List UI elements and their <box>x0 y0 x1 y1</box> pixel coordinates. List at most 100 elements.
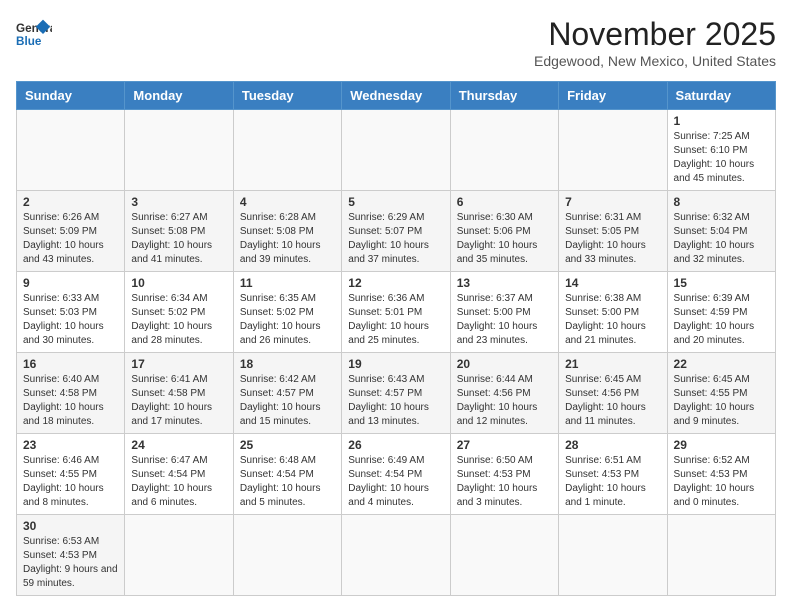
day-info: Sunrise: 6:39 AM Sunset: 4:59 PM Dayligh… <box>674 293 755 346</box>
day-number: 18 <box>240 357 335 371</box>
calendar-cell <box>559 515 667 596</box>
day-info: Sunrise: 6:35 AM Sunset: 5:02 PM Dayligh… <box>240 293 321 346</box>
calendar-cell <box>450 515 558 596</box>
day-number: 21 <box>565 357 660 371</box>
day-number: 6 <box>457 195 552 209</box>
day-info: Sunrise: 6:42 AM Sunset: 4:57 PM Dayligh… <box>240 374 321 427</box>
calendar-cell: 10 Sunrise: 6:34 AM Sunset: 5:02 PM Dayli… <box>125 272 233 353</box>
calendar-cell <box>125 110 233 191</box>
calendar-subtitle: Edgewood, New Mexico, United States <box>534 53 776 69</box>
day-info: Sunrise: 6:28 AM Sunset: 5:08 PM Dayligh… <box>240 212 321 265</box>
day-number: 28 <box>565 438 660 452</box>
day-info: Sunrise: 6:27 AM Sunset: 5:08 PM Dayligh… <box>131 212 212 265</box>
day-number: 29 <box>674 438 769 452</box>
day-number: 27 <box>457 438 552 452</box>
calendar-cell <box>667 515 775 596</box>
day-info: Sunrise: 6:40 AM Sunset: 4:58 PM Dayligh… <box>23 374 104 427</box>
header: General Blue November 2025 Edgewood, New… <box>16 16 776 69</box>
day-info: Sunrise: 6:46 AM Sunset: 4:55 PM Dayligh… <box>23 455 104 508</box>
day-info: Sunrise: 6:32 AM Sunset: 5:04 PM Dayligh… <box>674 212 755 265</box>
calendar-cell <box>233 110 341 191</box>
calendar-week-row: 9Sunrise: 6:33 AM Sunset: 5:03 PM Daylig… <box>17 272 776 353</box>
day-number: 12 <box>348 276 443 290</box>
day-number: 30 <box>23 519 118 533</box>
title-section: November 2025 Edgewood, New Mexico, Unit… <box>534 16 776 69</box>
calendar-cell: 15 Sunrise: 6:39 AM Sunset: 4:59 PM Dayli… <box>667 272 775 353</box>
day-number: 4 <box>240 195 335 209</box>
calendar-cell: 20 Sunrise: 6:44 AM Sunset: 4:56 PM Dayli… <box>450 353 558 434</box>
day-info: Sunrise: 6:53 AM Sunset: 4:53 PM Dayligh… <box>23 536 118 589</box>
day-number: 23 <box>23 438 118 452</box>
day-info: Sunrise: 6:29 AM Sunset: 5:07 PM Dayligh… <box>348 212 429 265</box>
day-number: 20 <box>457 357 552 371</box>
logo: General Blue <box>16 16 52 52</box>
calendar-cell: 9Sunrise: 6:33 AM Sunset: 5:03 PM Daylig… <box>17 272 125 353</box>
calendar-cell: 5 Sunrise: 6:29 AM Sunset: 5:07 PM Daylig… <box>342 191 450 272</box>
calendar-cell: 29 Sunrise: 6:52 AM Sunset: 4:53 PM Dayli… <box>667 434 775 515</box>
day-info: Sunrise: 6:47 AM Sunset: 4:54 PM Dayligh… <box>131 455 212 508</box>
day-number: 1 <box>674 114 769 128</box>
day-number: 26 <box>348 438 443 452</box>
calendar-cell: 13 Sunrise: 6:37 AM Sunset: 5:00 PM Dayli… <box>450 272 558 353</box>
day-number: 14 <box>565 276 660 290</box>
weekday-header-saturday: Saturday <box>667 82 775 110</box>
svg-text:Blue: Blue <box>16 35 42 48</box>
day-info: Sunrise: 6:36 AM Sunset: 5:01 PM Dayligh… <box>348 293 429 346</box>
day-info: Sunrise: 6:48 AM Sunset: 4:54 PM Dayligh… <box>240 455 321 508</box>
calendar-cell <box>125 515 233 596</box>
day-number: 15 <box>674 276 769 290</box>
day-info: Sunrise: 6:52 AM Sunset: 4:53 PM Dayligh… <box>674 455 755 508</box>
calendar-cell: 11 Sunrise: 6:35 AM Sunset: 5:02 PM Dayli… <box>233 272 341 353</box>
weekday-header-monday: Monday <box>125 82 233 110</box>
calendar-cell: 30 Sunrise: 6:53 AM Sunset: 4:53 PM Dayli… <box>17 515 125 596</box>
day-info: Sunrise: 7:25 AM Sunset: 6:10 PM Dayligh… <box>674 131 755 184</box>
calendar-cell: 14 Sunrise: 6:38 AM Sunset: 5:00 PM Dayli… <box>559 272 667 353</box>
calendar-cell: 12 Sunrise: 6:36 AM Sunset: 5:01 PM Dayli… <box>342 272 450 353</box>
day-number: 8 <box>674 195 769 209</box>
calendar-week-row: 2 Sunrise: 6:26 AM Sunset: 5:09 PM Daylig… <box>17 191 776 272</box>
calendar-week-row: 16Sunrise: 6:40 AM Sunset: 4:58 PM Dayli… <box>17 353 776 434</box>
day-number: 9 <box>23 276 118 290</box>
day-number: 22 <box>674 357 769 371</box>
day-number: 17 <box>131 357 226 371</box>
day-info: Sunrise: 6:50 AM Sunset: 4:53 PM Dayligh… <box>457 455 538 508</box>
day-info: Sunrise: 6:51 AM Sunset: 4:53 PM Dayligh… <box>565 455 646 508</box>
calendar-cell: 28 Sunrise: 6:51 AM Sunset: 4:53 PM Dayli… <box>559 434 667 515</box>
calendar-cell: 17Sunrise: 6:41 AM Sunset: 4:58 PM Dayli… <box>125 353 233 434</box>
calendar-cell: 3 Sunrise: 6:27 AM Sunset: 5:08 PM Daylig… <box>125 191 233 272</box>
day-number: 11 <box>240 276 335 290</box>
calendar-cell <box>342 110 450 191</box>
calendar-table: SundayMondayTuesdayWednesdayThursdayFrid… <box>16 81 776 596</box>
day-number: 13 <box>457 276 552 290</box>
calendar-week-row: 23 Sunrise: 6:46 AM Sunset: 4:55 PM Dayli… <box>17 434 776 515</box>
calendar-cell <box>559 110 667 191</box>
calendar-cell: 4 Sunrise: 6:28 AM Sunset: 5:08 PM Daylig… <box>233 191 341 272</box>
day-info: Sunrise: 6:31 AM Sunset: 5:05 PM Dayligh… <box>565 212 646 265</box>
calendar-cell: 25Sunrise: 6:48 AM Sunset: 4:54 PM Dayli… <box>233 434 341 515</box>
day-number: 10 <box>131 276 226 290</box>
calendar-cell: 26 Sunrise: 6:49 AM Sunset: 4:54 PM Dayli… <box>342 434 450 515</box>
day-number: 2 <box>23 195 118 209</box>
day-info: Sunrise: 6:37 AM Sunset: 5:00 PM Dayligh… <box>457 293 538 346</box>
day-info: Sunrise: 6:49 AM Sunset: 4:54 PM Dayligh… <box>348 455 429 508</box>
calendar-cell: 8 Sunrise: 6:32 AM Sunset: 5:04 PM Daylig… <box>667 191 775 272</box>
calendar-title: November 2025 <box>534 16 776 53</box>
day-info: Sunrise: 6:45 AM Sunset: 4:55 PM Dayligh… <box>674 374 755 427</box>
calendar-cell <box>233 515 341 596</box>
calendar-cell: 18 Sunrise: 6:42 AM Sunset: 4:57 PM Dayli… <box>233 353 341 434</box>
weekday-header-sunday: Sunday <box>17 82 125 110</box>
calendar-cell: 1 Sunrise: 7:25 AM Sunset: 6:10 PM Daylig… <box>667 110 775 191</box>
calendar-week-row: 30 Sunrise: 6:53 AM Sunset: 4:53 PM Dayli… <box>17 515 776 596</box>
day-info: Sunrise: 6:43 AM Sunset: 4:57 PM Dayligh… <box>348 374 429 427</box>
day-info: Sunrise: 6:34 AM Sunset: 5:02 PM Dayligh… <box>131 293 212 346</box>
calendar-cell <box>17 110 125 191</box>
day-number: 3 <box>131 195 226 209</box>
day-number: 19 <box>348 357 443 371</box>
day-info: Sunrise: 6:26 AM Sunset: 5:09 PM Dayligh… <box>23 212 104 265</box>
day-number: 5 <box>348 195 443 209</box>
day-info: Sunrise: 6:38 AM Sunset: 5:00 PM Dayligh… <box>565 293 646 346</box>
calendar-cell: 7Sunrise: 6:31 AM Sunset: 5:05 PM Daylig… <box>559 191 667 272</box>
day-info: Sunrise: 6:44 AM Sunset: 4:56 PM Dayligh… <box>457 374 538 427</box>
calendar-cell: 16Sunrise: 6:40 AM Sunset: 4:58 PM Dayli… <box>17 353 125 434</box>
calendar-cell: 24Sunrise: 6:47 AM Sunset: 4:54 PM Dayli… <box>125 434 233 515</box>
